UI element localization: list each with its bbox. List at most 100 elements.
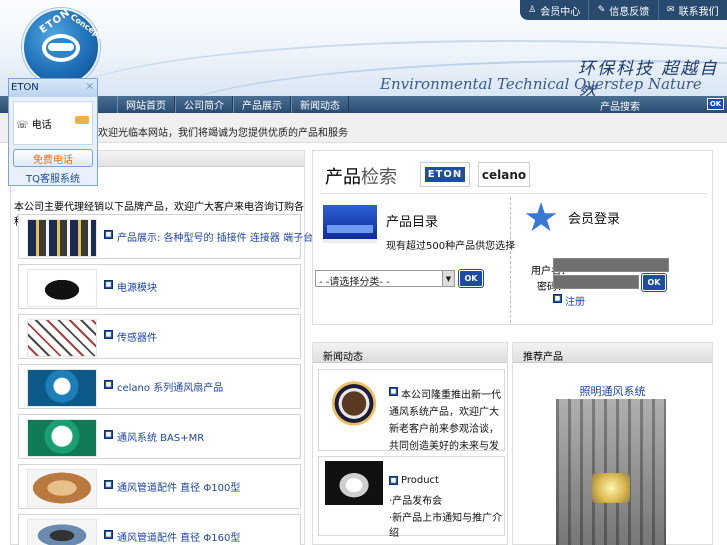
catalog-title: 产品目录	[386, 215, 439, 230]
brand-eton-text: ETON	[424, 167, 466, 182]
news-image	[325, 376, 383, 426]
recommend-panel: 推荐产品 照明通风系统	[512, 342, 713, 545]
bullet-icon: ■	[104, 430, 113, 439]
logo-sub-text: Concept	[68, 12, 105, 41]
recommend-header: 推荐产品	[513, 343, 712, 363]
nav-item-about[interactable]: 公司简介	[175, 96, 233, 113]
product-link[interactable]: 通风管道配件 直径 Φ160型	[117, 529, 240, 544]
news-line[interactable]: ·新产品上市通知与推广介绍	[389, 509, 504, 539]
nav-item-home[interactable]: 网站首页	[117, 96, 175, 113]
chevron-down-icon[interactable]: ▼	[442, 271, 454, 286]
top-links: ♙ 会员中心 ✎ 信息反馈 ✉ 联系我们	[520, 0, 727, 20]
list-item[interactable]: ■ 通风管道配件 直径 Φ160型	[18, 514, 301, 545]
product-thumbnail	[27, 519, 97, 545]
brand-eton-logo[interactable]: ETON	[420, 162, 470, 187]
list-item[interactable]: ■ 产品展示: 各种型号的 插接件 连接器 端子台 接线盒 系列产品	[18, 214, 389, 259]
username-input[interactable]	[553, 258, 669, 272]
main-nav: 网站首页 公司简介 产品展示 新闻动态 产品搜索 OK	[0, 96, 727, 113]
top-link-label: 联系我们	[678, 6, 719, 18]
login-title: 会员登录	[568, 212, 621, 227]
tq-title: ETON	[11, 82, 39, 93]
password-input[interactable]	[553, 275, 639, 289]
list-item[interactable]: ■ 本公司隆重推出新一代通风系统产品，欢迎广大新老客户前来参观洽谈，共同创造美好…	[318, 369, 505, 469]
nav-item-products[interactable]: 产品展示	[233, 96, 291, 113]
tq-phone-label: ☏ 电话	[16, 120, 52, 131]
news-product-title[interactable]: Product	[401, 475, 439, 486]
catalog-subtitle: 现有超过500种产品供您选择	[386, 241, 516, 252]
product-link[interactable]: 通风管道配件 直径 Φ100型	[117, 479, 240, 494]
nav-search-label: 产品搜索	[600, 102, 640, 113]
tq-footer[interactable]: TQ客服系统	[9, 170, 97, 185]
list-item[interactable]: ■ 传感器件	[18, 314, 301, 359]
top-link-contact[interactable]: ✉ 联系我们	[657, 0, 727, 20]
bullet-icon: ■	[553, 294, 562, 303]
news-image	[325, 461, 383, 505]
product-thumbnail	[27, 369, 97, 407]
list-item[interactable]: ■ 电源模块	[18, 264, 301, 309]
mail-icon[interactable]	[75, 116, 89, 124]
slogan-english: Environmental Technical Overstep Nature	[380, 75, 702, 93]
marquee-text: 欢迎光临本网站，我们将竭诚为您提供优质的产品和服务	[98, 128, 348, 139]
site-header: ETON Concept 环保科技 超越自然 Environmental Tec…	[0, 0, 727, 96]
search-title-a: 产品	[325, 167, 361, 188]
nav-item-news[interactable]: 新闻动态	[291, 96, 349, 113]
bullet-icon: ■	[104, 230, 113, 239]
product-link[interactable]: celano 系列通风扇产品	[117, 379, 223, 394]
divider	[319, 193, 708, 194]
register-link[interactable]: 注册	[565, 293, 585, 308]
brand-celano-logo[interactable]: celano	[478, 162, 530, 187]
login-ok-button[interactable]: OK	[642, 274, 666, 291]
bullet-icon: ■	[104, 330, 113, 339]
news-line[interactable]: ·产品发布会	[389, 492, 442, 507]
product-link[interactable]: 通风系统 BAS+MR	[117, 429, 204, 444]
lamp-image	[592, 473, 630, 503]
product-category-panel: 本公司主要代理经销以下品牌产品，欢迎广大客户来电咨询订购各种产品。 ■ 产品展示…	[10, 150, 389, 545]
nav-search-ok-button[interactable]: OK	[707, 98, 724, 110]
product-link[interactable]: 电源模块	[117, 279, 157, 294]
bullet-icon: ■	[104, 530, 113, 539]
info-icon: ✎	[597, 5, 606, 15]
product-thumbnail	[27, 469, 97, 507]
list-item[interactable]: ■ celano 系列通风扇产品	[18, 364, 301, 409]
product-thumbnail	[27, 219, 97, 257]
star-icon: ★	[523, 195, 559, 241]
top-link-feedback[interactable]: ✎ 信息反馈	[588, 0, 657, 20]
recommend-product-name[interactable]: 照明通风系统	[513, 383, 712, 399]
close-icon[interactable]: ×	[86, 81, 94, 92]
news-header: 新闻动态	[313, 343, 507, 363]
category-select[interactable]: - -请选择分类- - ▼	[315, 270, 455, 288]
product-thumbnail	[27, 319, 97, 357]
divider	[510, 197, 511, 323]
logo-ring-bar	[48, 43, 74, 51]
product-thumbnail	[27, 419, 97, 457]
bullet-icon: ■	[104, 380, 113, 389]
search-title-b: 检索	[361, 167, 397, 188]
logo-text: ETON	[37, 7, 73, 36]
bullet-icon: ■	[104, 280, 113, 289]
right-column: 产品检索 ETON celano 产品目录 现有超过500种产品供您选择 - -…	[312, 150, 713, 545]
product-search-panel: 产品检索 ETON celano 产品目录 现有超过500种产品供您选择 - -…	[312, 150, 713, 325]
top-link-label: 信息反馈	[609, 6, 650, 18]
product-link[interactable]: 传感器件	[117, 329, 157, 344]
top-link-member[interactable]: ♙ 会员中心	[520, 0, 588, 20]
bullet-icon: ■	[104, 480, 113, 489]
list-item[interactable]: ■ Product ·产品发布会 ·新产品上市通知与推广介绍	[318, 456, 505, 539]
eton-logo[interactable]: ETON Concept	[22, 7, 104, 86]
list-item[interactable]: ■ 通风系统 BAS+MR	[18, 414, 301, 459]
news-panel: 新闻动态 ■ 本公司隆重推出新一代通风系统产品，欢迎广大新老客户前来参观洽谈，共…	[312, 342, 508, 545]
tq-service-widget[interactable]: ETON × ☏ 电话 免费电话 TQ客服系统	[8, 78, 98, 186]
marquee-bar: 欢迎光临本网站，我们将竭诚为您提供优质的产品和服务	[0, 113, 727, 143]
category-ok-button[interactable]: OK	[459, 270, 483, 287]
person-icon: ♙	[528, 5, 537, 15]
mail-icon: ✉	[667, 5, 675, 15]
tq-phone-text: 电话	[31, 120, 52, 131]
recommend-product-image[interactable]	[556, 399, 666, 545]
bullet-icon: ■	[389, 476, 398, 485]
tq-header: ETON ×	[9, 79, 97, 97]
product-thumbnail	[27, 269, 97, 307]
search-title: 产品检索	[325, 163, 397, 189]
list-item[interactable]: ■ 通风管道配件 直径 Φ100型	[18, 464, 301, 509]
tq-body: ☏ 电话	[13, 101, 93, 145]
catalog-book-icon	[323, 205, 377, 243]
free-call-button[interactable]: 免费电话	[13, 149, 93, 167]
